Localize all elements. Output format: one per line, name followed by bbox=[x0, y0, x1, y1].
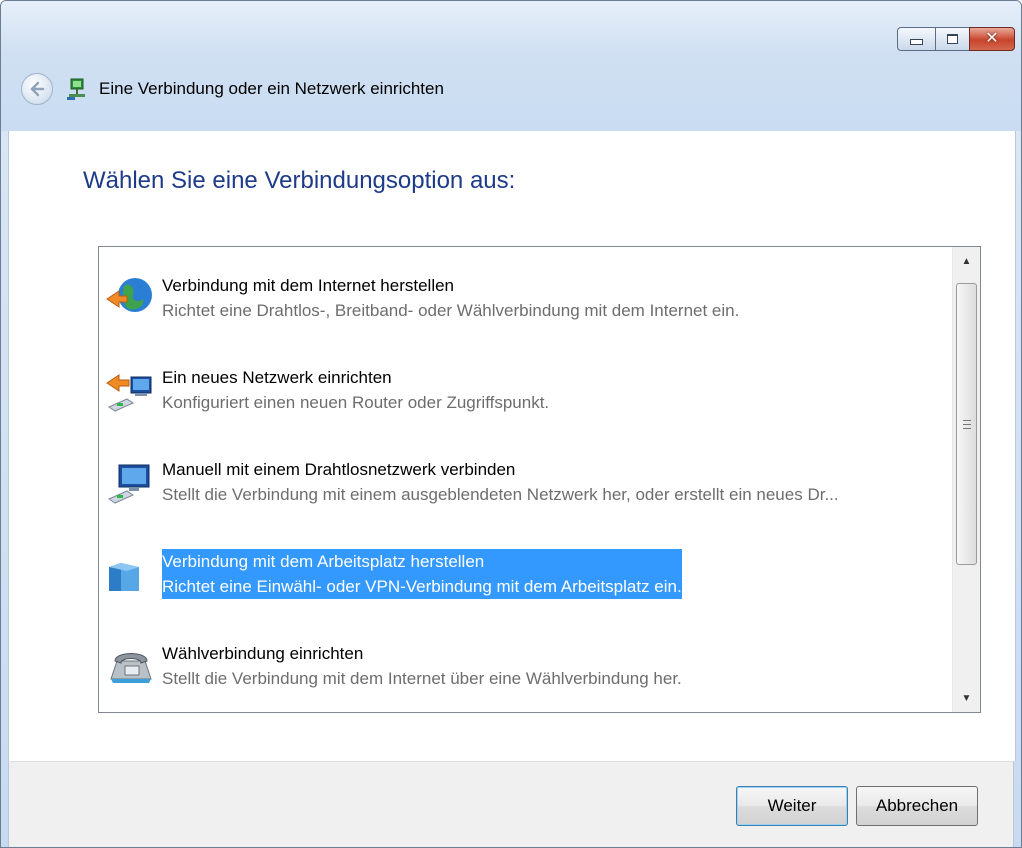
option-workplace-connection[interactable]: Verbindung mit dem Arbeitsplatz herstell… bbox=[99, 523, 954, 615]
page-heading: Wählen Sie eine Verbindungsoption aus: bbox=[83, 167, 516, 194]
option-text: Ein neues Netzwerk einrichten Konfigurie… bbox=[162, 365, 549, 415]
wireless-network-icon bbox=[107, 464, 150, 504]
option-title: Wählverbindung einrichten bbox=[162, 644, 364, 663]
option-description: Richtet eine Drahtlos-, Breitband- oder … bbox=[162, 301, 740, 320]
option-text: Verbindung mit dem Internet herstellen R… bbox=[162, 273, 739, 323]
option-description: Konfiguriert einen neuen Router oder Zug… bbox=[162, 393, 550, 412]
option-title: Ein neues Netzwerk einrichten bbox=[162, 368, 392, 387]
scroll-up-arrow-icon: ▲ bbox=[961, 255, 972, 267]
option-internet-connection[interactable]: Verbindung mit dem Internet herstellen R… bbox=[99, 247, 954, 339]
scrollbar-thumb[interactable] bbox=[956, 283, 977, 565]
option-new-network[interactable]: Ein neues Netzwerk einrichten Konfigurie… bbox=[99, 339, 954, 431]
option-description: Stellt die Verbindung mit einem ausgeble… bbox=[162, 485, 839, 504]
maximize-icon bbox=[947, 34, 958, 44]
option-items: Verbindung mit dem Internet herstellen R… bbox=[99, 247, 952, 712]
workplace-building-icon bbox=[109, 563, 139, 591]
option-description: Stellt die Verbindung mit dem Internet ü… bbox=[162, 669, 682, 688]
wizard-footer: Weiter Abbrechen bbox=[8, 761, 1014, 847]
grip-icon bbox=[962, 419, 971, 429]
option-title: Verbindung mit dem Internet herstellen bbox=[162, 276, 455, 295]
option-title: Manuell mit einem Drahtlosnetzwerk verbi… bbox=[162, 460, 516, 479]
connection-option-list[interactable]: Verbindung mit dem Internet herstellen R… bbox=[98, 246, 981, 713]
wizard-content: Wählen Sie eine Verbindungsoption aus: V… bbox=[8, 131, 1016, 761]
title-bar: ✕ Eine Verbindung oder ein Netzwerk einr… bbox=[1, 1, 1021, 131]
next-button[interactable]: Weiter bbox=[736, 786, 848, 826]
option-text: Verbindung mit dem Arbeitsplatz herstell… bbox=[162, 549, 682, 599]
wizard-window: ✕ Eine Verbindung oder ein Netzwerk einr… bbox=[0, 0, 1022, 848]
scroll-up-button[interactable]: ▲ bbox=[953, 247, 980, 275]
scroll-down-button[interactable]: ▼ bbox=[953, 684, 980, 712]
option-text: Wählverbindung einrichten Stellt die Ver… bbox=[162, 641, 682, 691]
back-button[interactable] bbox=[21, 73, 53, 105]
option-wireless-manual[interactable]: Manuell mit einem Drahtlosnetzwerk verbi… bbox=[99, 431, 954, 523]
scroll-down-arrow-icon: ▼ bbox=[961, 692, 972, 704]
telephone-modem-icon bbox=[110, 653, 152, 683]
new-network-icon bbox=[106, 374, 152, 412]
minimize-button[interactable] bbox=[897, 27, 935, 51]
caption-buttons: ✕ bbox=[897, 27, 1015, 51]
window-title: Eine Verbindung oder ein Netzwerk einric… bbox=[99, 79, 444, 98]
cancel-button[interactable]: Abbrechen bbox=[856, 786, 978, 826]
network-setup-icon bbox=[67, 78, 85, 100]
vertical-scrollbar[interactable]: ▲ ▼ bbox=[952, 247, 980, 712]
close-icon: ✕ bbox=[985, 30, 999, 47]
back-arrow-icon bbox=[30, 81, 45, 97]
option-description: Richtet eine Einwähl- oder VPN-Verbindun… bbox=[162, 577, 682, 596]
option-dialup[interactable]: Wählverbindung einrichten Stellt die Ver… bbox=[99, 615, 954, 707]
option-text: Manuell mit einem Drahtlosnetzwerk verbi… bbox=[162, 457, 839, 507]
option-title: Verbindung mit dem Arbeitsplatz herstell… bbox=[162, 552, 485, 571]
maximize-button[interactable] bbox=[935, 27, 969, 51]
minimize-icon bbox=[910, 39, 923, 45]
globe-connection-icon bbox=[106, 278, 152, 312]
close-button[interactable]: ✕ bbox=[969, 27, 1015, 51]
navigation-row: Eine Verbindung oder ein Netzwerk einric… bbox=[21, 73, 444, 105]
